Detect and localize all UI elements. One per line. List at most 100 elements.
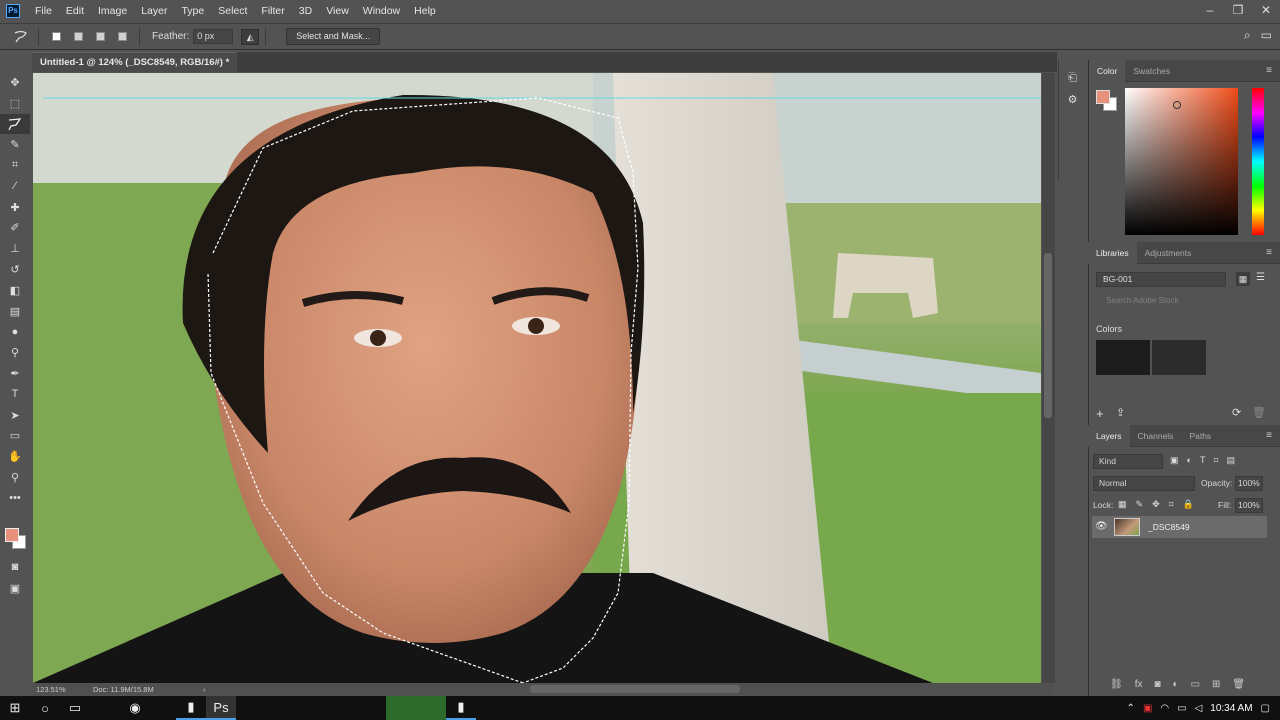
shape-filter-icon[interactable]: ⌗ xyxy=(1213,455,1218,466)
library-swatch-1[interactable] xyxy=(1096,340,1150,375)
status-arrow-icon[interactable]: › xyxy=(203,685,206,694)
layer-name[interactable]: _DSC8549 xyxy=(1148,522,1190,532)
task-view-icon[interactable]: ▭ xyxy=(60,696,90,720)
gradient-tool-icon[interactable]: ▤ xyxy=(0,301,30,322)
library-search-input[interactable]: Search Adobe Stock xyxy=(1092,294,1272,308)
pixel-filter-icon[interactable]: ▣ xyxy=(1170,455,1179,466)
tab-adjustments[interactable]: Adjustments xyxy=(1137,242,1200,264)
anti-alias-icon[interactable]: ◭ xyxy=(241,28,260,45)
color-picker-field[interactable] xyxy=(1125,88,1238,235)
tab-color[interactable]: Color xyxy=(1089,59,1126,82)
clock[interactable]: 10:34 AM xyxy=(1210,703,1252,714)
volume-icon[interactable]: ◁ xyxy=(1195,703,1203,714)
history-brush-tool-icon[interactable]: ↺ xyxy=(0,259,30,280)
chrome-icon[interactable]: ◉ xyxy=(120,696,150,720)
layer-style-icon[interactable]: fx xyxy=(1135,679,1143,690)
visibility-eye-icon[interactable]: 👁 xyxy=(1095,521,1108,532)
zoom-level[interactable]: 123.51% xyxy=(33,685,93,694)
document-canvas[interactable] xyxy=(33,73,1041,683)
rectangle-tool-icon[interactable]: ▭ xyxy=(0,426,30,447)
menu-image[interactable]: Image xyxy=(91,0,134,22)
library-swatch-2[interactable] xyxy=(1152,340,1206,375)
menu-file[interactable]: File xyxy=(28,0,59,22)
hue-slider[interactable] xyxy=(1252,88,1264,235)
menu-layer[interactable]: Layer xyxy=(134,0,174,22)
vertical-scrollbar[interactable] xyxy=(1042,73,1055,683)
taskbar-app-3-icon[interactable] xyxy=(416,696,446,720)
close-icon[interactable]: ✕ xyxy=(1252,0,1280,22)
sync-icon[interactable]: ⟳ xyxy=(1232,406,1241,419)
panel-menu-icon[interactable]: ≡ xyxy=(1266,247,1272,258)
panel-menu-icon[interactable]: ≡ xyxy=(1266,430,1272,441)
lock-position-icon[interactable]: ✥ xyxy=(1152,499,1160,510)
zoom-tool-icon[interactable]: ⚲ xyxy=(0,467,30,488)
blur-tool-icon[interactable]: ● xyxy=(0,322,30,343)
crop-tool-icon[interactable]: ⌗ xyxy=(0,155,30,176)
menu-view[interactable]: View xyxy=(319,0,356,22)
tab-libraries[interactable]: Libraries xyxy=(1088,241,1137,264)
subtract-selection-icon[interactable] xyxy=(91,29,109,45)
lasso-preset-icon[interactable] xyxy=(12,29,30,45)
layer-row[interactable]: _DSC8549 xyxy=(1092,516,1267,538)
tray-chevron-icon[interactable]: ⌃ xyxy=(1127,703,1135,714)
taskbar-photoshop-icon[interactable]: Ps xyxy=(206,696,236,720)
minimize-icon[interactable]: – xyxy=(1196,0,1224,22)
new-adjustment-icon[interactable]: ◐ xyxy=(1173,679,1179,690)
menu-help[interactable]: Help xyxy=(407,0,443,22)
hand-tool-icon[interactable]: ✋ xyxy=(0,446,30,467)
menu-filter[interactable]: Filter xyxy=(254,0,291,22)
blend-mode-select[interactable]: Normal xyxy=(1093,476,1195,491)
menu-3d[interactable]: 3D xyxy=(292,0,319,22)
notifications-icon[interactable]: ▢ xyxy=(1261,703,1270,714)
lock-artboard-icon[interactable]: ⌗ xyxy=(1169,499,1174,510)
link-layers-icon[interactable]: ⛓ xyxy=(1110,679,1123,690)
path-selection-tool-icon[interactable]: ➤ xyxy=(0,405,30,426)
select-and-mask-button[interactable]: Select and Mask... xyxy=(286,28,381,45)
restore-icon[interactable]: ❐ xyxy=(1224,0,1252,22)
taskbar-app-1-icon[interactable]: ▮ xyxy=(176,696,206,720)
quick-mask-icon[interactable]: ◙ xyxy=(0,557,30,578)
add-selection-icon[interactable] xyxy=(69,29,87,45)
screen-mode-icon[interactable]: ▣ xyxy=(0,578,30,599)
lock-image-icon[interactable]: ✎ xyxy=(1136,499,1144,510)
colors-section-header[interactable]: Colors xyxy=(1096,324,1122,334)
new-group-icon[interactable]: ▭ xyxy=(1191,679,1200,690)
brush-tool-icon[interactable]: ✐ xyxy=(0,218,30,239)
move-tool-icon[interactable]: ✥ xyxy=(0,72,30,93)
new-selection-icon[interactable] xyxy=(47,29,65,45)
intersect-selection-icon[interactable] xyxy=(113,29,131,45)
quick-selection-tool-icon[interactable]: ✎ xyxy=(0,134,30,155)
tab-paths[interactable]: Paths xyxy=(1181,425,1219,447)
tab-layers[interactable]: Layers xyxy=(1088,424,1130,447)
type-filter-icon[interactable]: T xyxy=(1200,455,1206,466)
lock-transparent-icon[interactable]: ▦ xyxy=(1118,499,1127,510)
eraser-tool-icon[interactable]: ◧ xyxy=(0,280,30,301)
workspace-icon[interactable]: ▭ xyxy=(1261,28,1272,43)
foreground-color-swatch[interactable] xyxy=(5,528,19,542)
lock-all-icon[interactable]: 🔒 xyxy=(1183,499,1194,510)
document-tab[interactable]: Untitled-1 @ 124% (_DSC8549, RGB/16#) * … xyxy=(32,52,237,87)
more-tools-icon[interactable]: ••• xyxy=(0,488,30,509)
type-tool-icon[interactable]: T xyxy=(0,384,30,405)
polygonal-lasso-tool-icon[interactable] xyxy=(0,113,30,135)
taskbar-app-2-icon[interactable] xyxy=(386,696,416,720)
list-view-icon[interactable]: ☰ xyxy=(1256,272,1265,283)
history-panel-icon[interactable]: ⎗ xyxy=(1059,68,1086,89)
adjustment-filter-icon[interactable]: ◐ xyxy=(1187,455,1192,466)
taskbar-app-4-icon[interactable]: ▮ xyxy=(446,696,476,720)
fill-input[interactable]: 100% xyxy=(1235,498,1263,513)
layer-filter-kind[interactable]: Kind xyxy=(1093,454,1163,469)
vertical-scroll-thumb[interactable] xyxy=(1044,253,1052,418)
feather-input[interactable]: 0 px xyxy=(193,29,234,44)
menu-select[interactable]: Select xyxy=(211,0,254,22)
healing-brush-tool-icon[interactable]: ✚ xyxy=(0,197,30,218)
battery-icon[interactable]: ▭ xyxy=(1177,703,1186,714)
tab-swatches[interactable]: Swatches xyxy=(1125,60,1178,82)
menu-edit[interactable]: Edit xyxy=(59,0,91,22)
wifi-icon[interactable]: ◠ xyxy=(1160,703,1169,714)
pen-tool-icon[interactable]: ✒ xyxy=(0,363,30,384)
search-icon[interactable]: ○ xyxy=(30,696,60,720)
start-icon[interactable]: ⊞ xyxy=(0,696,30,720)
menu-window[interactable]: Window xyxy=(356,0,407,22)
delete-layer-icon[interactable]: 🗑 xyxy=(1232,679,1245,690)
